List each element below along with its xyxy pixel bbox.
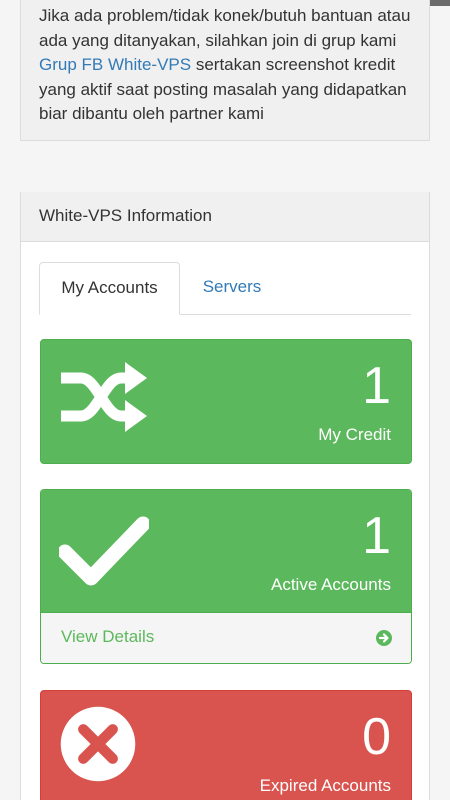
view-details-link[interactable]: View Details (41, 612, 411, 663)
notice-text-before: Jika ada problem/tidak konek/butuh bantu… (39, 6, 411, 50)
info-panel: White-VPS Information My Accounts Server… (20, 192, 430, 800)
arrow-circle-right-icon (376, 630, 392, 646)
panel-title: White-VPS Information (39, 206, 212, 225)
tabs: My Accounts Servers (39, 262, 411, 315)
notice-text: Jika ada problem/tidak konek/butuh bantu… (39, 4, 419, 127)
credit-card: 1 My Credit (40, 339, 412, 464)
tab-my-accounts[interactable]: My Accounts (39, 262, 180, 315)
credit-value: 1 (362, 357, 391, 415)
active-accounts-value: 1 (362, 507, 391, 565)
tab-servers[interactable]: Servers (184, 262, 280, 314)
active-accounts-card: 1 Active Accounts View Details (40, 489, 412, 664)
panel-heading: White-VPS Information (21, 192, 429, 242)
active-accounts-body: 1 Active Accounts (41, 490, 411, 612)
view-details-label: View Details (61, 627, 155, 646)
active-accounts-label: Active Accounts (270, 575, 391, 594)
expired-accounts-label: Expired Accounts (259, 776, 391, 795)
times-circle-icon (60, 706, 136, 782)
page: Jika ada problem/tidak konek/butuh bantu… (0, 0, 450, 800)
credit-label: My Credit (318, 425, 391, 444)
fb-group-link[interactable]: Grup FB White-VPS (39, 55, 191, 74)
notice-box: Jika ada problem/tidak konek/butuh bantu… (20, 0, 430, 141)
shuffle-icon (61, 362, 147, 432)
expired-accounts-value: 0 (362, 708, 391, 766)
check-icon (59, 516, 149, 586)
expired-accounts-card: 0 Expired Accounts (40, 690, 412, 800)
